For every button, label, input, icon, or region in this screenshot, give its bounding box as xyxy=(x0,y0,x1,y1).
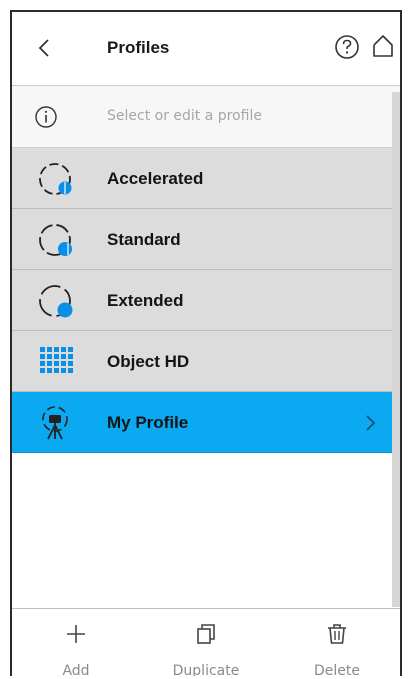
duplicate-button[interactable]: Duplicate xyxy=(151,609,261,676)
chevron-right-icon xyxy=(366,415,376,431)
home-icon[interactable] xyxy=(371,33,395,59)
profile-item-object-hd[interactable]: Object HD xyxy=(12,331,400,392)
delete-label: Delete xyxy=(314,663,360,676)
duplicate-icon xyxy=(197,624,215,644)
trash-icon xyxy=(328,624,346,644)
header-bar: Profiles xyxy=(12,12,400,86)
scrollbar[interactable] xyxy=(392,92,400,607)
profile-list: Accelerated Standard Extended Object HD … xyxy=(12,148,400,453)
my-profile-scanner-icon xyxy=(42,406,68,440)
info-circle-icon xyxy=(35,106,57,128)
profile-label: Standard xyxy=(107,230,181,249)
page-title: Profiles xyxy=(107,38,170,57)
add-label: Add xyxy=(62,663,90,676)
profile-label: Accelerated xyxy=(107,169,204,188)
extended-profile-icon xyxy=(39,285,73,318)
profile-item-my-profile[interactable]: My Profile xyxy=(12,392,400,453)
plus-icon xyxy=(67,625,85,643)
delete-button[interactable]: Delete xyxy=(282,609,392,676)
standard-profile-icon xyxy=(39,224,72,256)
profile-label: Extended xyxy=(107,291,184,310)
hint-row: Select or edit a profile xyxy=(12,86,400,148)
chevron-left-icon xyxy=(38,39,49,57)
bottom-toolbar: Add Duplicate Delete xyxy=(12,608,400,676)
help-circle-icon[interactable] xyxy=(334,34,360,60)
accelerated-profile-icon xyxy=(39,163,72,195)
back-button[interactable] xyxy=(30,32,58,64)
object-hd-grid-icon xyxy=(40,347,73,373)
profile-label: My Profile xyxy=(107,413,189,432)
profiles-screen: Profiles Select or edit a profile Accele… xyxy=(10,10,402,676)
profile-label: Object HD xyxy=(107,352,190,371)
add-button[interactable]: Add xyxy=(21,609,131,676)
hint-text: Select or edit a profile xyxy=(107,108,262,124)
profile-item-standard[interactable]: Standard xyxy=(12,209,400,270)
profile-item-accelerated[interactable]: Accelerated xyxy=(12,148,400,209)
duplicate-label: Duplicate xyxy=(172,663,240,676)
profile-item-extended[interactable]: Extended xyxy=(12,270,400,331)
